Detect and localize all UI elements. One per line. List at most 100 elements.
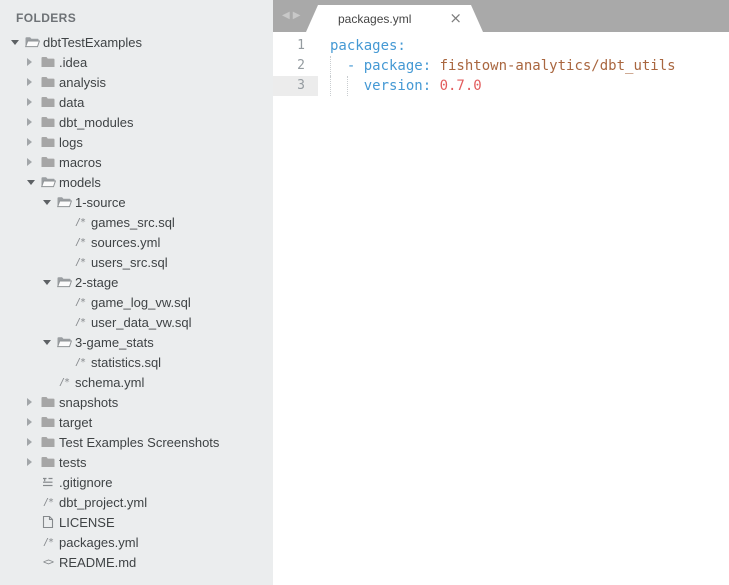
- tree-item-label: 2-stage: [75, 274, 119, 290]
- tree-item-folder[interactable]: dbt_modules: [0, 112, 273, 132]
- tree-item-folder[interactable]: tests: [0, 452, 273, 472]
- folder-icon: [40, 414, 56, 430]
- nav-forward-icon[interactable]: ▶: [293, 11, 301, 21]
- tree-item-label: games_src.sql: [91, 214, 175, 230]
- tree-item-file[interactable]: <> README.md: [0, 552, 273, 572]
- folder-icon: [40, 134, 56, 150]
- code-file-icon: /*: [42, 536, 54, 548]
- tree-item-label: sources.yml: [91, 234, 161, 250]
- tree-item-label: analysis: [59, 74, 106, 90]
- tab-bar: ◀ ▶ packages.yml ×: [273, 0, 729, 32]
- chevron-right-icon[interactable]: [24, 438, 40, 446]
- tree-item-folder[interactable]: .idea: [0, 52, 273, 72]
- chevron-down-icon[interactable]: [40, 199, 56, 205]
- tree-item-label: snapshots: [59, 394, 119, 410]
- code-file-icon: /*: [58, 376, 70, 388]
- code-line-current: 3 version: 0.7.0: [273, 76, 729, 96]
- tree-item-label: dbt_project.yml: [59, 494, 148, 510]
- tree-item-label: statistics.sql: [91, 354, 162, 370]
- tree-item-folder[interactable]: snapshots: [0, 392, 273, 412]
- folder-open-icon: [56, 194, 72, 210]
- tree-item-label: Test Examples Screenshots: [59, 434, 220, 450]
- tree-item-label: user_data_vw.sql: [91, 314, 192, 330]
- tree-item-folder[interactable]: Test Examples Screenshots: [0, 432, 273, 452]
- folder-icon: [40, 114, 56, 130]
- tree-item-label: macros: [59, 154, 102, 170]
- code-file-icon: /*: [74, 216, 86, 228]
- indent-guide: [347, 76, 348, 96]
- line-number: 2: [297, 58, 305, 73]
- chevron-down-icon[interactable]: [24, 179, 40, 185]
- chevron-right-icon[interactable]: [24, 138, 40, 146]
- tree-item-file[interactable]: LICENSE: [0, 512, 273, 532]
- chevron-right-icon[interactable]: [24, 398, 40, 406]
- folder-icon: [40, 74, 56, 90]
- chevron-right-icon[interactable]: [24, 158, 40, 166]
- code-line: 1 packages:: [273, 36, 729, 56]
- tree-item-label: logs: [59, 134, 83, 150]
- editor-pane: ◀ ▶ packages.yml × 1 packages: 2 - packa…: [273, 0, 729, 585]
- tree-item-file[interactable]: /* games_src.sql: [0, 212, 273, 232]
- code-editor[interactable]: 1 packages: 2 - package: fishtown-analyt…: [273, 32, 729, 96]
- tree-item-folder[interactable]: 1-source: [0, 192, 273, 212]
- tree-item-folder[interactable]: target: [0, 412, 273, 432]
- folder-icon: [40, 154, 56, 170]
- code-file-icon: /*: [74, 256, 86, 268]
- tree-item-folder[interactable]: macros: [0, 152, 273, 172]
- close-icon[interactable]: ×: [449, 11, 462, 26]
- folder-icon: [40, 434, 56, 450]
- tree-item-folder[interactable]: 2-stage: [0, 272, 273, 292]
- chevron-right-icon[interactable]: [24, 78, 40, 86]
- tree-item-label: README.md: [59, 554, 137, 570]
- chevron-down-icon[interactable]: [40, 279, 56, 285]
- tree-item-label: 1-source: [75, 194, 126, 210]
- chevron-down-icon[interactable]: [40, 339, 56, 345]
- folder-open-icon: [56, 334, 72, 350]
- tree-item-folder[interactable]: data: [0, 92, 273, 112]
- code-text: - package: fishtown-analytics/dbt_utils: [330, 56, 676, 76]
- tree-item-folder[interactable]: analysis: [0, 72, 273, 92]
- tree-item-folder[interactable]: dbtTestExamples: [0, 32, 273, 52]
- tree-item-label: packages.yml: [59, 534, 139, 550]
- tree-item-label: dbt_modules: [59, 114, 134, 130]
- folder-open-icon: [40, 174, 56, 190]
- chevron-right-icon[interactable]: [24, 118, 40, 126]
- tree-item-file[interactable]: /* dbt_project.yml: [0, 492, 273, 512]
- tree-item-label: 3-game_stats: [75, 334, 154, 350]
- tree-item-label: target: [59, 414, 93, 430]
- chevron-right-icon[interactable]: [24, 458, 40, 466]
- tree-item-file[interactable]: /* packages.yml: [0, 532, 273, 552]
- tree-item-file[interactable]: /* users_src.sql: [0, 252, 273, 272]
- tab-packages-yml[interactable]: packages.yml ×: [306, 5, 483, 32]
- code-file-icon: /*: [74, 356, 86, 368]
- sidebar-header: FOLDERS: [16, 11, 77, 25]
- chevron-right-icon[interactable]: [24, 98, 40, 106]
- folder-icon: [40, 454, 56, 470]
- tree-item-file[interactable]: /* game_log_vw.sql: [0, 292, 273, 312]
- tree-item-file[interactable]: /* schema.yml: [0, 372, 273, 392]
- tree-item-folder[interactable]: models: [0, 172, 273, 192]
- tab-nav-arrows: ◀ ▶: [273, 11, 306, 21]
- tree-item-label: .idea: [59, 54, 88, 70]
- nav-back-icon[interactable]: ◀: [282, 11, 290, 21]
- tree-item-folder[interactable]: logs: [0, 132, 273, 152]
- line-number: 1: [297, 38, 305, 53]
- chevron-right-icon[interactable]: [24, 418, 40, 426]
- text-file-icon: [40, 474, 56, 490]
- tree-item-file[interactable]: /* user_data_vw.sql: [0, 312, 273, 332]
- tree-item-file[interactable]: /* sources.yml: [0, 232, 273, 252]
- chevron-right-icon[interactable]: [24, 58, 40, 66]
- tree-item-label: LICENSE: [59, 514, 115, 530]
- tab-label: packages.yml: [338, 11, 412, 26]
- chevron-down-icon[interactable]: [8, 39, 24, 45]
- tree-item-label: game_log_vw.sql: [91, 294, 191, 310]
- folder-open-icon: [56, 274, 72, 290]
- code-file-icon: /*: [74, 236, 86, 248]
- indent-guide: [330, 76, 331, 96]
- tree-item-file[interactable]: .gitignore: [0, 472, 273, 492]
- tree-item-folder[interactable]: 3-game_stats: [0, 332, 273, 352]
- tree-item-label: dbtTestExamples: [43, 34, 142, 50]
- folder-open-icon: [24, 34, 40, 50]
- tree-item-file[interactable]: /* statistics.sql: [0, 352, 273, 372]
- code-file-icon: /*: [42, 496, 54, 508]
